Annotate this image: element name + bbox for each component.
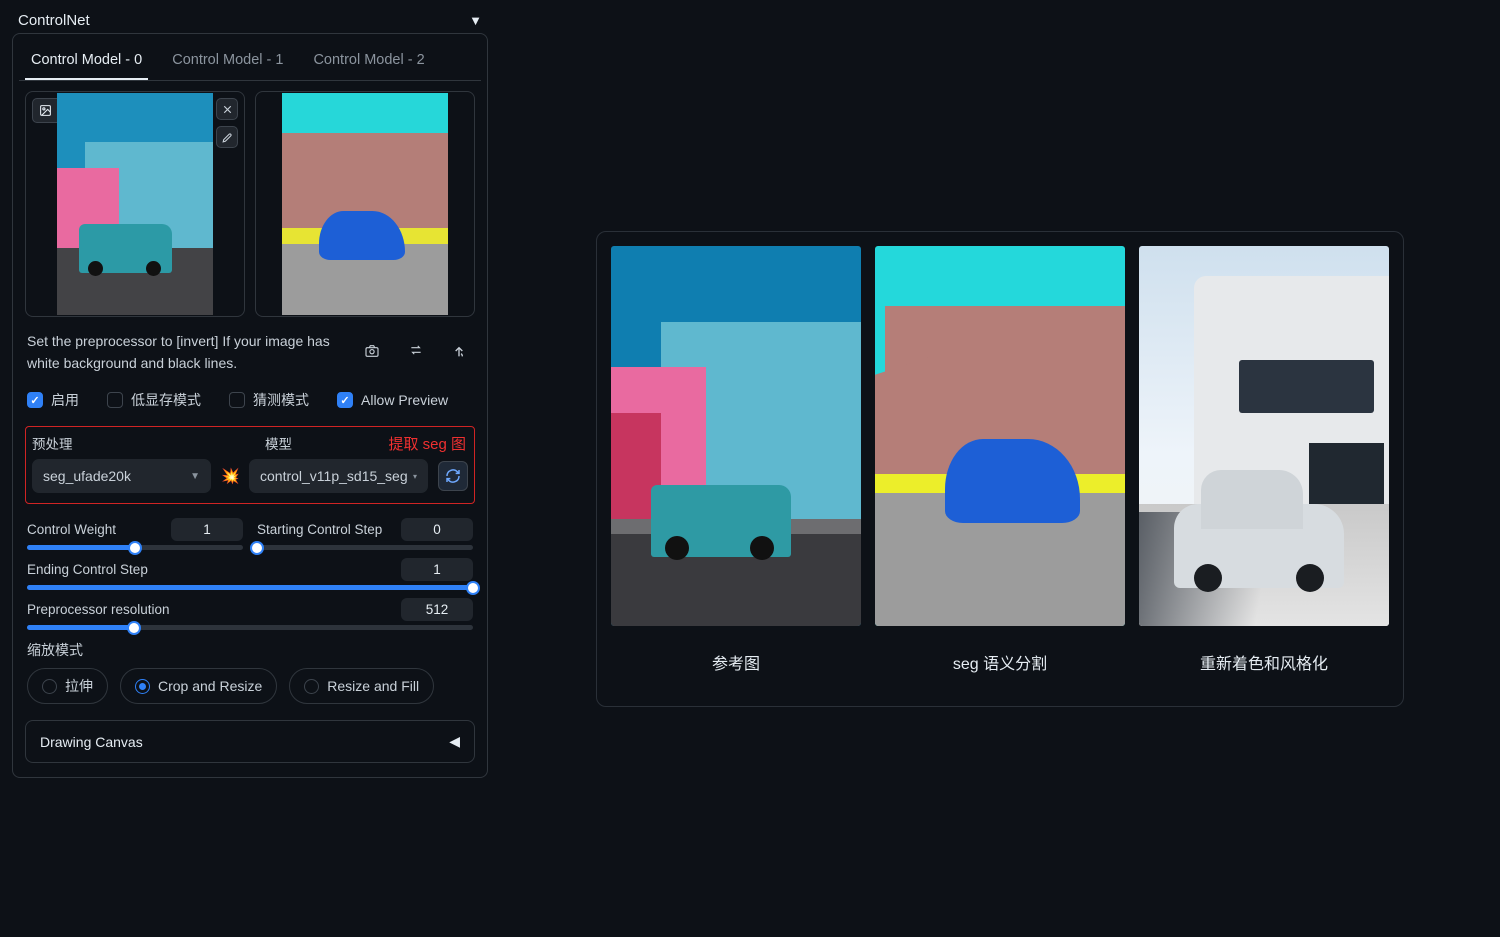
resize-mode-label: 缩放模式 bbox=[27, 640, 473, 660]
model-select[interactable]: control_v11p_sd15_seg ▾ bbox=[249, 459, 428, 493]
run-preprocessor-button[interactable]: 💥 bbox=[221, 467, 239, 485]
refresh-model-button[interactable] bbox=[438, 461, 468, 491]
swap-icon[interactable] bbox=[407, 343, 425, 362]
clear-button[interactable] bbox=[216, 98, 238, 120]
slider-pp-resolution[interactable]: Preprocessor resolution 512 bbox=[27, 598, 473, 630]
panel-collapse-icon[interactable]: ▼ bbox=[469, 13, 482, 28]
radio-resize-0[interactable]: 拉伸 bbox=[27, 668, 108, 704]
radio-resize-1[interactable]: Crop and Resize bbox=[120, 668, 277, 704]
slider-end-step[interactable]: Ending Control Step 1 bbox=[27, 558, 473, 590]
send-up-icon[interactable] bbox=[451, 343, 467, 362]
input-image-card[interactable]: 图像 bbox=[25, 91, 245, 317]
gallery-caption-0: 参考图 bbox=[712, 640, 760, 692]
gallery: 参考图 seg 语义分割 重新着色和风格化 bbox=[596, 231, 1404, 707]
chevron-down-icon: ▾ bbox=[413, 472, 417, 481]
preprocessor-select[interactable]: seg_ufade20k ▼ bbox=[32, 459, 211, 493]
notice-text: Set the preprocessor to [invert] If your… bbox=[27, 331, 353, 374]
chevron-down-icon: ▼ bbox=[190, 471, 200, 482]
preprocessor-label: 预处理 bbox=[32, 433, 235, 453]
tab-0[interactable]: Control Model - 0 bbox=[25, 46, 148, 80]
panel-title: ControlNet bbox=[18, 12, 90, 29]
slider-start-step[interactable]: Starting Control Step 0 bbox=[257, 518, 473, 550]
preprocessor-section: 预处理 模型 提取 seg 图 seg_ufade20k ▼ 💥 control… bbox=[25, 426, 475, 504]
checkbox-enable[interactable]: 启用 bbox=[27, 390, 79, 410]
camera-icon[interactable] bbox=[363, 343, 381, 362]
model-label: 模型 bbox=[265, 433, 292, 453]
image-icon bbox=[39, 104, 52, 117]
gallery-image-generated bbox=[1139, 246, 1389, 626]
gallery-image-seg bbox=[875, 246, 1125, 626]
tab-1[interactable]: Control Model - 1 bbox=[166, 46, 289, 80]
radio-resize-2[interactable]: Resize and Fill bbox=[289, 668, 434, 704]
gallery-caption-1: seg 语义分割 bbox=[953, 640, 1047, 692]
annotation-extract-seg: 提取 seg 图 bbox=[388, 433, 468, 457]
tab-2[interactable]: Control Model - 2 bbox=[307, 46, 430, 80]
gallery-caption-2: 重新着色和风格化 bbox=[1200, 640, 1328, 692]
chevron-left-icon: ◀ bbox=[449, 733, 460, 750]
preview-image-card[interactable] bbox=[255, 91, 475, 317]
tabs: Control Model - 0 Control Model - 1 Cont… bbox=[19, 40, 481, 81]
checkbox-allow-preview[interactable]: Allow Preview bbox=[337, 392, 448, 408]
slider-control-weight[interactable]: Control Weight 1 bbox=[27, 518, 243, 550]
drawing-canvas-toggle[interactable]: Drawing Canvas ◀ bbox=[25, 720, 475, 763]
checkbox-lowvram[interactable]: 低显存模式 bbox=[107, 390, 201, 410]
draw-button[interactable] bbox=[216, 126, 238, 148]
gallery-image-reference bbox=[611, 246, 861, 626]
checkbox-guess[interactable]: 猜测模式 bbox=[229, 390, 309, 410]
